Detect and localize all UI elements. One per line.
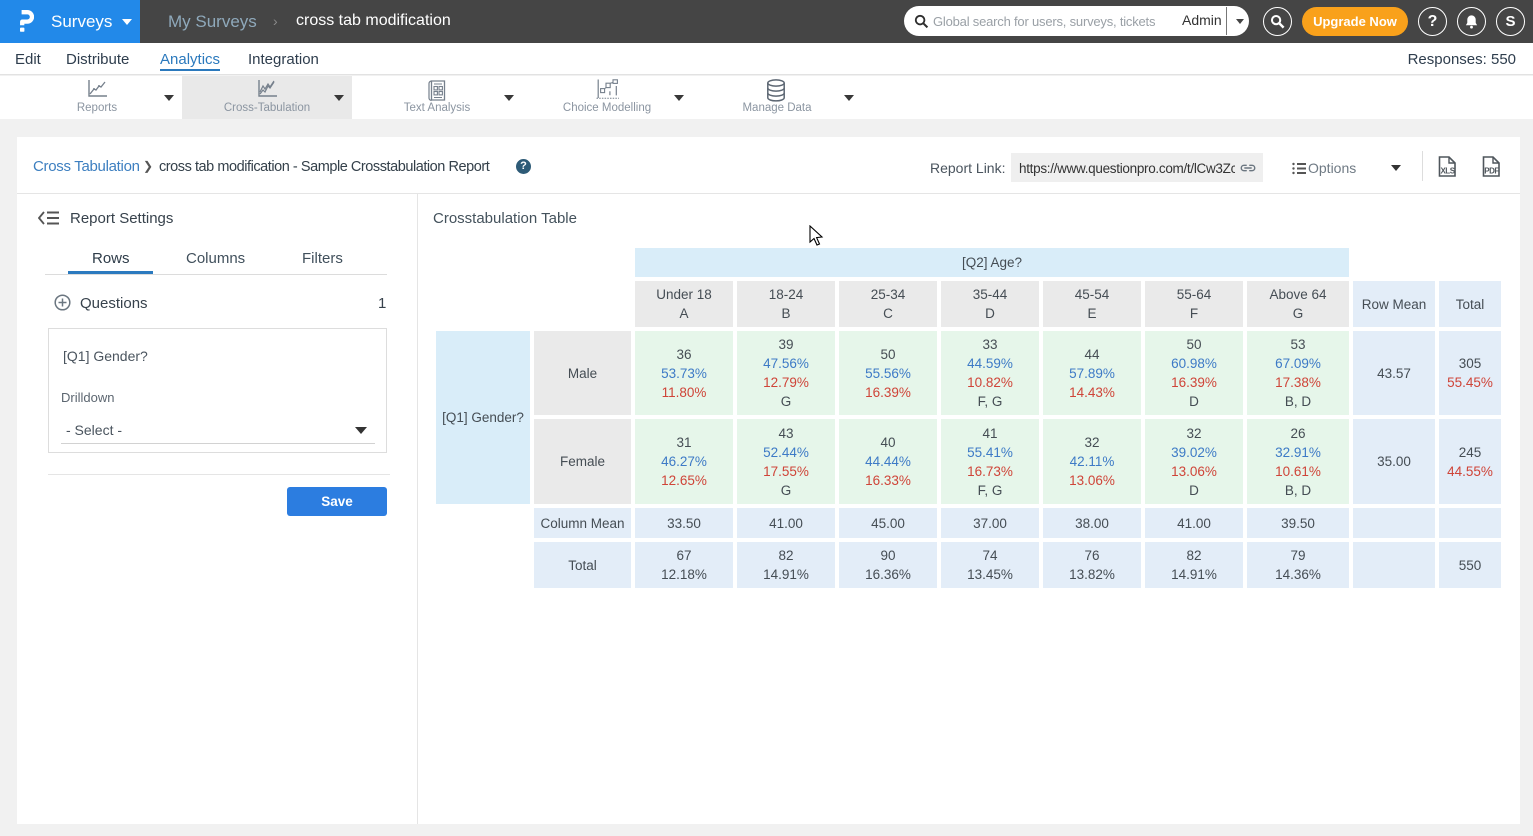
svg-text:PDF: PDF <box>1484 167 1499 176</box>
svg-text:XLS: XLS <box>1440 167 1455 176</box>
